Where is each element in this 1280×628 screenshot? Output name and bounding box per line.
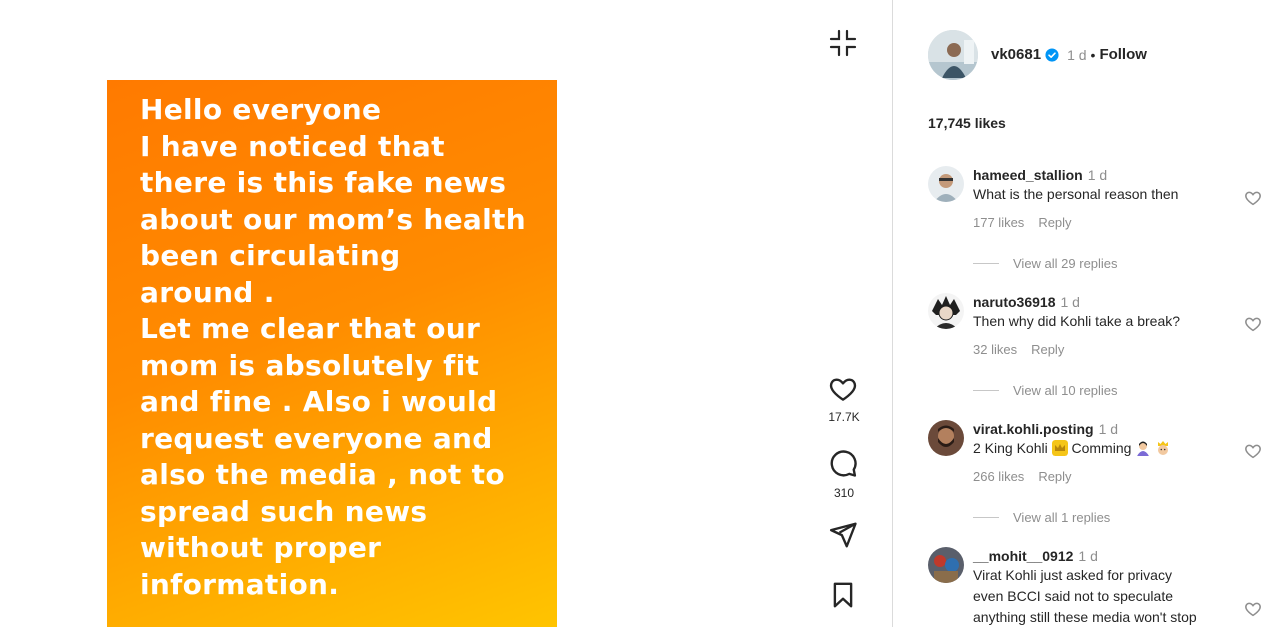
view-replies-button[interactable]: View all 1 replies: [973, 510, 1110, 525]
story-line: also the media , not to: [140, 458, 505, 491]
story-line: information.: [140, 567, 340, 601]
comment-username[interactable]: __mohit__0912: [973, 548, 1073, 564]
bookmark-icon: [833, 582, 853, 608]
commenter-avatar[interactable]: [928, 420, 964, 456]
reply-button[interactable]: Reply: [1031, 342, 1064, 357]
follow-button[interactable]: Follow: [1099, 46, 1147, 63]
story-line: been circulating: [140, 239, 401, 272]
comment-time: 1 d: [1098, 421, 1119, 437]
comment-time: 1 d: [1078, 548, 1098, 564]
author-avatar-image: [928, 30, 978, 80]
view-replies-button[interactable]: View all 29 replies: [973, 256, 1118, 271]
post-header: vk0681 1 d • Follow: [991, 46, 1147, 63]
comment-username[interactable]: virat.kohli.posting: [973, 421, 1094, 437]
comment-likes[interactable]: 32 likes: [973, 342, 1017, 357]
view-replies-button[interactable]: View all 10 replies: [973, 383, 1118, 398]
reply-button[interactable]: Reply: [1038, 215, 1071, 230]
commenter-avatar[interactable]: [928, 166, 964, 202]
view-replies-label: View all 29 replies: [1013, 256, 1118, 271]
post-time: 1 d: [1067, 46, 1087, 63]
story-line: there is this fake news: [140, 166, 507, 199]
collapse-icon: [829, 29, 857, 57]
king-face-emoji-icon: [1158, 441, 1169, 455]
comment-count: 310: [833, 486, 855, 500]
commenter-avatar-image: [928, 293, 964, 329]
comment-text: Then why did Kohli take a break?: [973, 313, 1181, 329]
replies-line: [973, 517, 999, 518]
comment-text-line: even BCCI said not to speculate: [973, 588, 1174, 604]
view-replies-label: View all 1 replies: [1013, 510, 1111, 525]
story-line: spread such news: [140, 494, 428, 528]
comment-text-part: Comming: [1071, 440, 1132, 456]
comment-text-line: Virat Kohli just asked for privacy: [973, 567, 1172, 583]
separator-dot: •: [1090, 46, 1096, 63]
commenter-avatar-image: [928, 420, 964, 456]
comment-text-line: anything still these media won't stop: [973, 609, 1197, 625]
comment-username[interactable]: naruto36918: [973, 294, 1055, 310]
comment-time: 1 d: [1060, 294, 1080, 310]
replies-line: [973, 263, 999, 264]
panel-divider: [892, 0, 893, 627]
share-button[interactable]: [828, 520, 860, 552]
comment-text-part: 2 King Kohli: [973, 440, 1048, 456]
comment-heart-icon[interactable]: [1244, 442, 1262, 460]
post-likes[interactable]: 17,745 likes: [928, 115, 1006, 131]
reply-button[interactable]: Reply: [1038, 469, 1071, 484]
author-avatar[interactable]: [928, 30, 978, 80]
verified-badge-icon: [1045, 47, 1059, 62]
crown-emoji-icon: [1051, 440, 1068, 456]
story-line: mom is absolutely fit: [140, 348, 480, 382]
comment-likes[interactable]: 177 likes: [973, 215, 1024, 230]
view-replies-label: View all 10 replies: [1013, 383, 1118, 398]
replies-line: [973, 390, 999, 391]
comment-text: Virat Kohli just asked for privacy even …: [973, 565, 1233, 628]
comment-likes[interactable]: 266 likes: [973, 469, 1024, 484]
send-icon: [829, 522, 857, 548]
story-line: Let me clear that our: [140, 312, 481, 345]
comment-heart-icon[interactable]: [1244, 600, 1262, 618]
comment-button[interactable]: [828, 448, 860, 480]
story-text: Hello everyone I have noticed that there…: [140, 92, 550, 603]
heart-icon: [829, 378, 857, 401]
story-line: about our mom’s health: [140, 202, 526, 236]
comment-icon: [830, 450, 857, 477]
save-button[interactable]: [828, 580, 860, 612]
like-button[interactable]: [828, 374, 860, 406]
collapse-button[interactable]: [828, 28, 858, 58]
author-username[interactable]: vk0681: [991, 46, 1041, 63]
story-line: without proper: [140, 531, 382, 564]
story-line: I have noticed that: [140, 129, 445, 163]
story-line: around .: [140, 275, 275, 309]
like-count: 17.7K: [828, 410, 860, 424]
story-line: request everyone and: [140, 421, 493, 455]
commenter-avatar[interactable]: [928, 293, 964, 329]
commenter-avatar[interactable]: [928, 547, 964, 583]
comment-heart-icon[interactable]: [1244, 189, 1262, 207]
story-line: Hello everyone: [140, 93, 382, 126]
comment-text: What is the personal reason then: [973, 186, 1179, 202]
person-emoji-icon: [1137, 441, 1150, 456]
comment-time: 1 d: [1087, 167, 1108, 183]
commenter-avatar-image: [928, 166, 964, 202]
comment-text: 2 King Kohli Comming: [973, 438, 1233, 459]
comment-heart-icon[interactable]: [1244, 315, 1262, 333]
comment-username[interactable]: hameed_stallion: [973, 167, 1083, 183]
story-line: and fine . Also i would: [140, 385, 498, 418]
story-image: Hello everyone I have noticed that there…: [107, 80, 557, 627]
commenter-avatar-image: [928, 547, 964, 583]
